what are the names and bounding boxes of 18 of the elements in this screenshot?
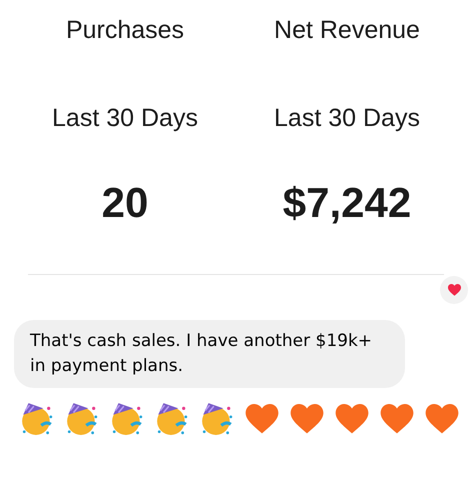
stat-value: $7,242 [282, 178, 412, 228]
stat-title: Purchases [66, 15, 184, 46]
stat-title: Net Revenue [274, 15, 420, 46]
heart-emoji-icon [425, 404, 459, 434]
party-emoji-icon [65, 402, 99, 436]
party-emoji-icon [20, 402, 54, 436]
heart-emoji-icon [380, 404, 414, 434]
stat-period: Last 30 Days [52, 103, 198, 134]
message-bubble: That's cash sales. I have another $19k+ in payment plans. [14, 320, 405, 388]
party-emoji-icon [110, 402, 144, 436]
heart-emoji-icon [245, 404, 279, 434]
heart-emoji-icon [335, 404, 369, 434]
party-emoji-icon [155, 402, 189, 436]
stat-period: Last 30 Days [274, 103, 420, 134]
party-emoji-icon [200, 402, 234, 436]
heart-icon [448, 284, 460, 296]
heart-emoji-icon [290, 404, 324, 434]
stat-value: 20 [102, 178, 148, 228]
